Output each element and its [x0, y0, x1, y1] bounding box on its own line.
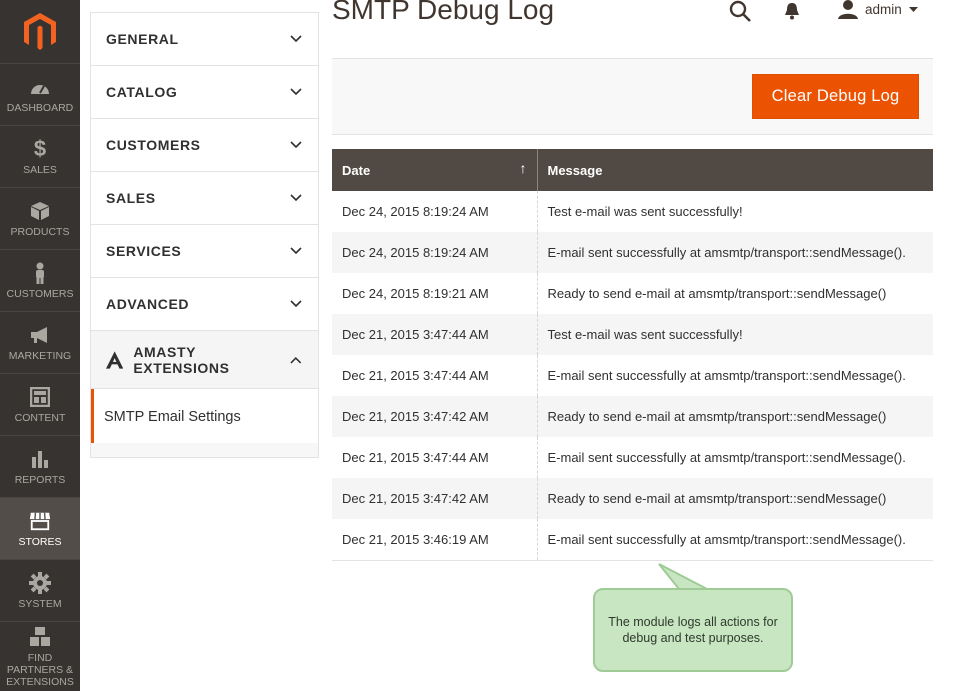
cell-message: E-mail sent successfully at amsmtp/trans… [537, 519, 933, 560]
cell-date: Dec 24, 2015 8:19:24 AM [332, 232, 538, 273]
person-icon [29, 262, 51, 284]
tab-label: ADVANCED [106, 296, 190, 312]
cell-message: E-mail sent successfully at amsmtp/trans… [537, 232, 933, 273]
nav-item-stores[interactable]: STORES [0, 498, 80, 560]
boxes-icon [29, 626, 51, 648]
tab-label: CUSTOMERS [106, 137, 201, 153]
nav-item-products[interactable]: PRODUCTS [0, 188, 80, 250]
table-row: Dec 21, 2015 3:46:19 AM E-mail sent succe… [332, 519, 933, 560]
nav-item-find-partners[interactable]: FIND PARTNERS & EXTENSIONS [0, 622, 80, 691]
cell-date: Dec 24, 2015 8:19:24 AM [332, 191, 538, 232]
chevron-down-icon [290, 300, 302, 308]
tab-label: SERVICES [106, 243, 182, 259]
search-icon[interactable] [729, 0, 751, 27]
cube-icon [29, 200, 51, 222]
table-row: Dec 21, 2015 3:47:42 AM Ready to send e-m… [332, 396, 933, 437]
nav-item-customers[interactable]: CUSTOMERS [0, 250, 80, 312]
table-row: Dec 21, 2015 3:47:44 AM E-mail sent succe… [332, 355, 933, 396]
bar-chart-icon [29, 448, 51, 470]
tab-general[interactable]: GENERAL [91, 13, 318, 66]
store-icon [29, 510, 51, 532]
cell-message: E-mail sent successfully at amsmtp/trans… [537, 437, 933, 478]
chevron-down-icon [290, 247, 302, 255]
nav-item-system[interactable]: SYSTEM [0, 560, 80, 622]
tab-label: CATALOG [106, 84, 178, 100]
cell-message: Ready to send e-mail at amsmtp/transport… [537, 273, 933, 314]
table-row: Dec 24, 2015 8:19:21 AM Ready to send e-m… [332, 273, 933, 314]
sort-arrow-icon: ↑ [519, 160, 527, 176]
callout-note: The module logs all actions for debug an… [593, 588, 793, 672]
column-header-message[interactable]: Message [537, 149, 933, 191]
admin-sidebar: DASHBOARD $ SALES PRODUCTS CUSTOMERS MAR… [0, 0, 80, 691]
cell-date: Dec 21, 2015 3:47:44 AM [332, 314, 538, 355]
chevron-up-icon [290, 356, 302, 363]
dollar-icon: $ [33, 135, 47, 161]
tab-sales[interactable]: SALES [91, 172, 318, 225]
tab-customers[interactable]: CUSTOMERS [91, 119, 318, 172]
page-title: SMTP Debug Log [332, 0, 555, 25]
chevron-down-icon [290, 141, 302, 149]
caret-down-icon [908, 6, 918, 12]
cell-date: Dec 21, 2015 3:47:42 AM [332, 478, 538, 519]
nav-item-reports[interactable]: REPORTS [0, 436, 80, 498]
table-row: Dec 21, 2015 3:47:44 AM Test e-mail was s… [332, 314, 933, 355]
nav-label: CONTENT [14, 411, 66, 424]
cell-message: Ready to send e-mail at amsmtp/transport… [537, 478, 933, 519]
tab-label: AMASTY EXTENSIONS [133, 343, 230, 376]
cell-message: Test e-mail was sent successfully! [537, 191, 933, 232]
cell-message: Ready to send e-mail at amsmtp/transport… [537, 396, 933, 437]
cell-date: Dec 21, 2015 3:46:19 AM [332, 519, 538, 560]
cell-date: Dec 24, 2015 8:19:21 AM [332, 273, 538, 314]
nav-item-marketing[interactable]: MARKETING [0, 312, 80, 374]
cell-message: E-mail sent successfully at amsmtp/trans… [537, 355, 933, 396]
column-header-date[interactable]: Date ↑ [332, 149, 538, 191]
clear-debug-log-button[interactable]: Clear Debug Log [752, 74, 919, 119]
nav-label: PRODUCTS [10, 225, 70, 238]
tab-catalog[interactable]: CATALOG [91, 66, 318, 119]
table-row: Dec 21, 2015 3:47:44 AM E-mail sent succe… [332, 437, 933, 478]
debug-log-grid: Date ↑ Message Dec 24, 2015 8:19:24 AM Tes… [332, 149, 933, 561]
dashboard-icon [29, 76, 51, 98]
table-row: Dec 21, 2015 3:47:42 AM Ready to send e-m… [332, 478, 933, 519]
tab-smtp-email-settings[interactable]: SMTP Email Settings [91, 389, 318, 445]
tab-label: GENERAL [106, 31, 179, 47]
amasty-logo-icon [106, 350, 124, 369]
nav-label: REPORTS [14, 473, 66, 486]
config-tabs: GENERAL CATALOG CUSTOMERS SALES SERVICES… [90, 12, 319, 445]
layout-icon [29, 386, 51, 408]
nav-label: STORES [18, 535, 62, 548]
nav-label: SALES [23, 163, 57, 176]
megaphone-icon [29, 324, 51, 346]
admin-page: DASHBOARD $ SALES PRODUCTS CUSTOMERS MAR… [0, 0, 956, 691]
cell-message: Test e-mail was sent successfully! [537, 314, 933, 355]
tab-advanced[interactable]: ADVANCED [91, 278, 318, 331]
nav-item-sales[interactable]: $ SALES [0, 126, 80, 188]
gear-icon [29, 571, 51, 594]
nav-label: MARKETING [8, 349, 72, 362]
user-menu[interactable]: admin [838, 0, 918, 19]
nav-label: CUSTOMERS [6, 287, 74, 300]
table-row: Dec 24, 2015 8:19:24 AM Test e-mail was s… [332, 191, 933, 232]
nav-item-content[interactable]: CONTENT [0, 374, 80, 436]
cell-date: Dec 21, 2015 3:47:42 AM [332, 396, 538, 437]
nav-label: SYSTEM [18, 597, 62, 610]
table-row: Dec 24, 2015 8:19:24 AM E-mail sent succe… [332, 232, 933, 273]
tab-services[interactable]: SERVICES [91, 225, 318, 278]
user-icon [838, 0, 858, 19]
nav-item-dashboard[interactable]: DASHBOARD [0, 64, 80, 126]
bell-icon[interactable] [783, 2, 801, 25]
tab-label: SALES [106, 190, 156, 206]
user-name: admin [865, 2, 902, 17]
chevron-down-icon [290, 88, 302, 96]
nav-label: FIND PARTNERS & EXTENSIONS [6, 651, 74, 688]
nav-label: DASHBOARD [6, 101, 74, 114]
chevron-down-icon [290, 194, 302, 202]
page-actions: Clear Debug Log [332, 58, 933, 135]
cell-date: Dec 21, 2015 3:47:44 AM [332, 437, 538, 478]
tab-amasty-extensions[interactable]: AMASTY EXTENSIONS [91, 331, 318, 389]
cell-date: Dec 21, 2015 3:47:44 AM [332, 355, 538, 396]
magento-logo-icon[interactable] [0, 0, 80, 64]
chevron-down-icon [290, 35, 302, 43]
tabs-footer [90, 443, 319, 458]
